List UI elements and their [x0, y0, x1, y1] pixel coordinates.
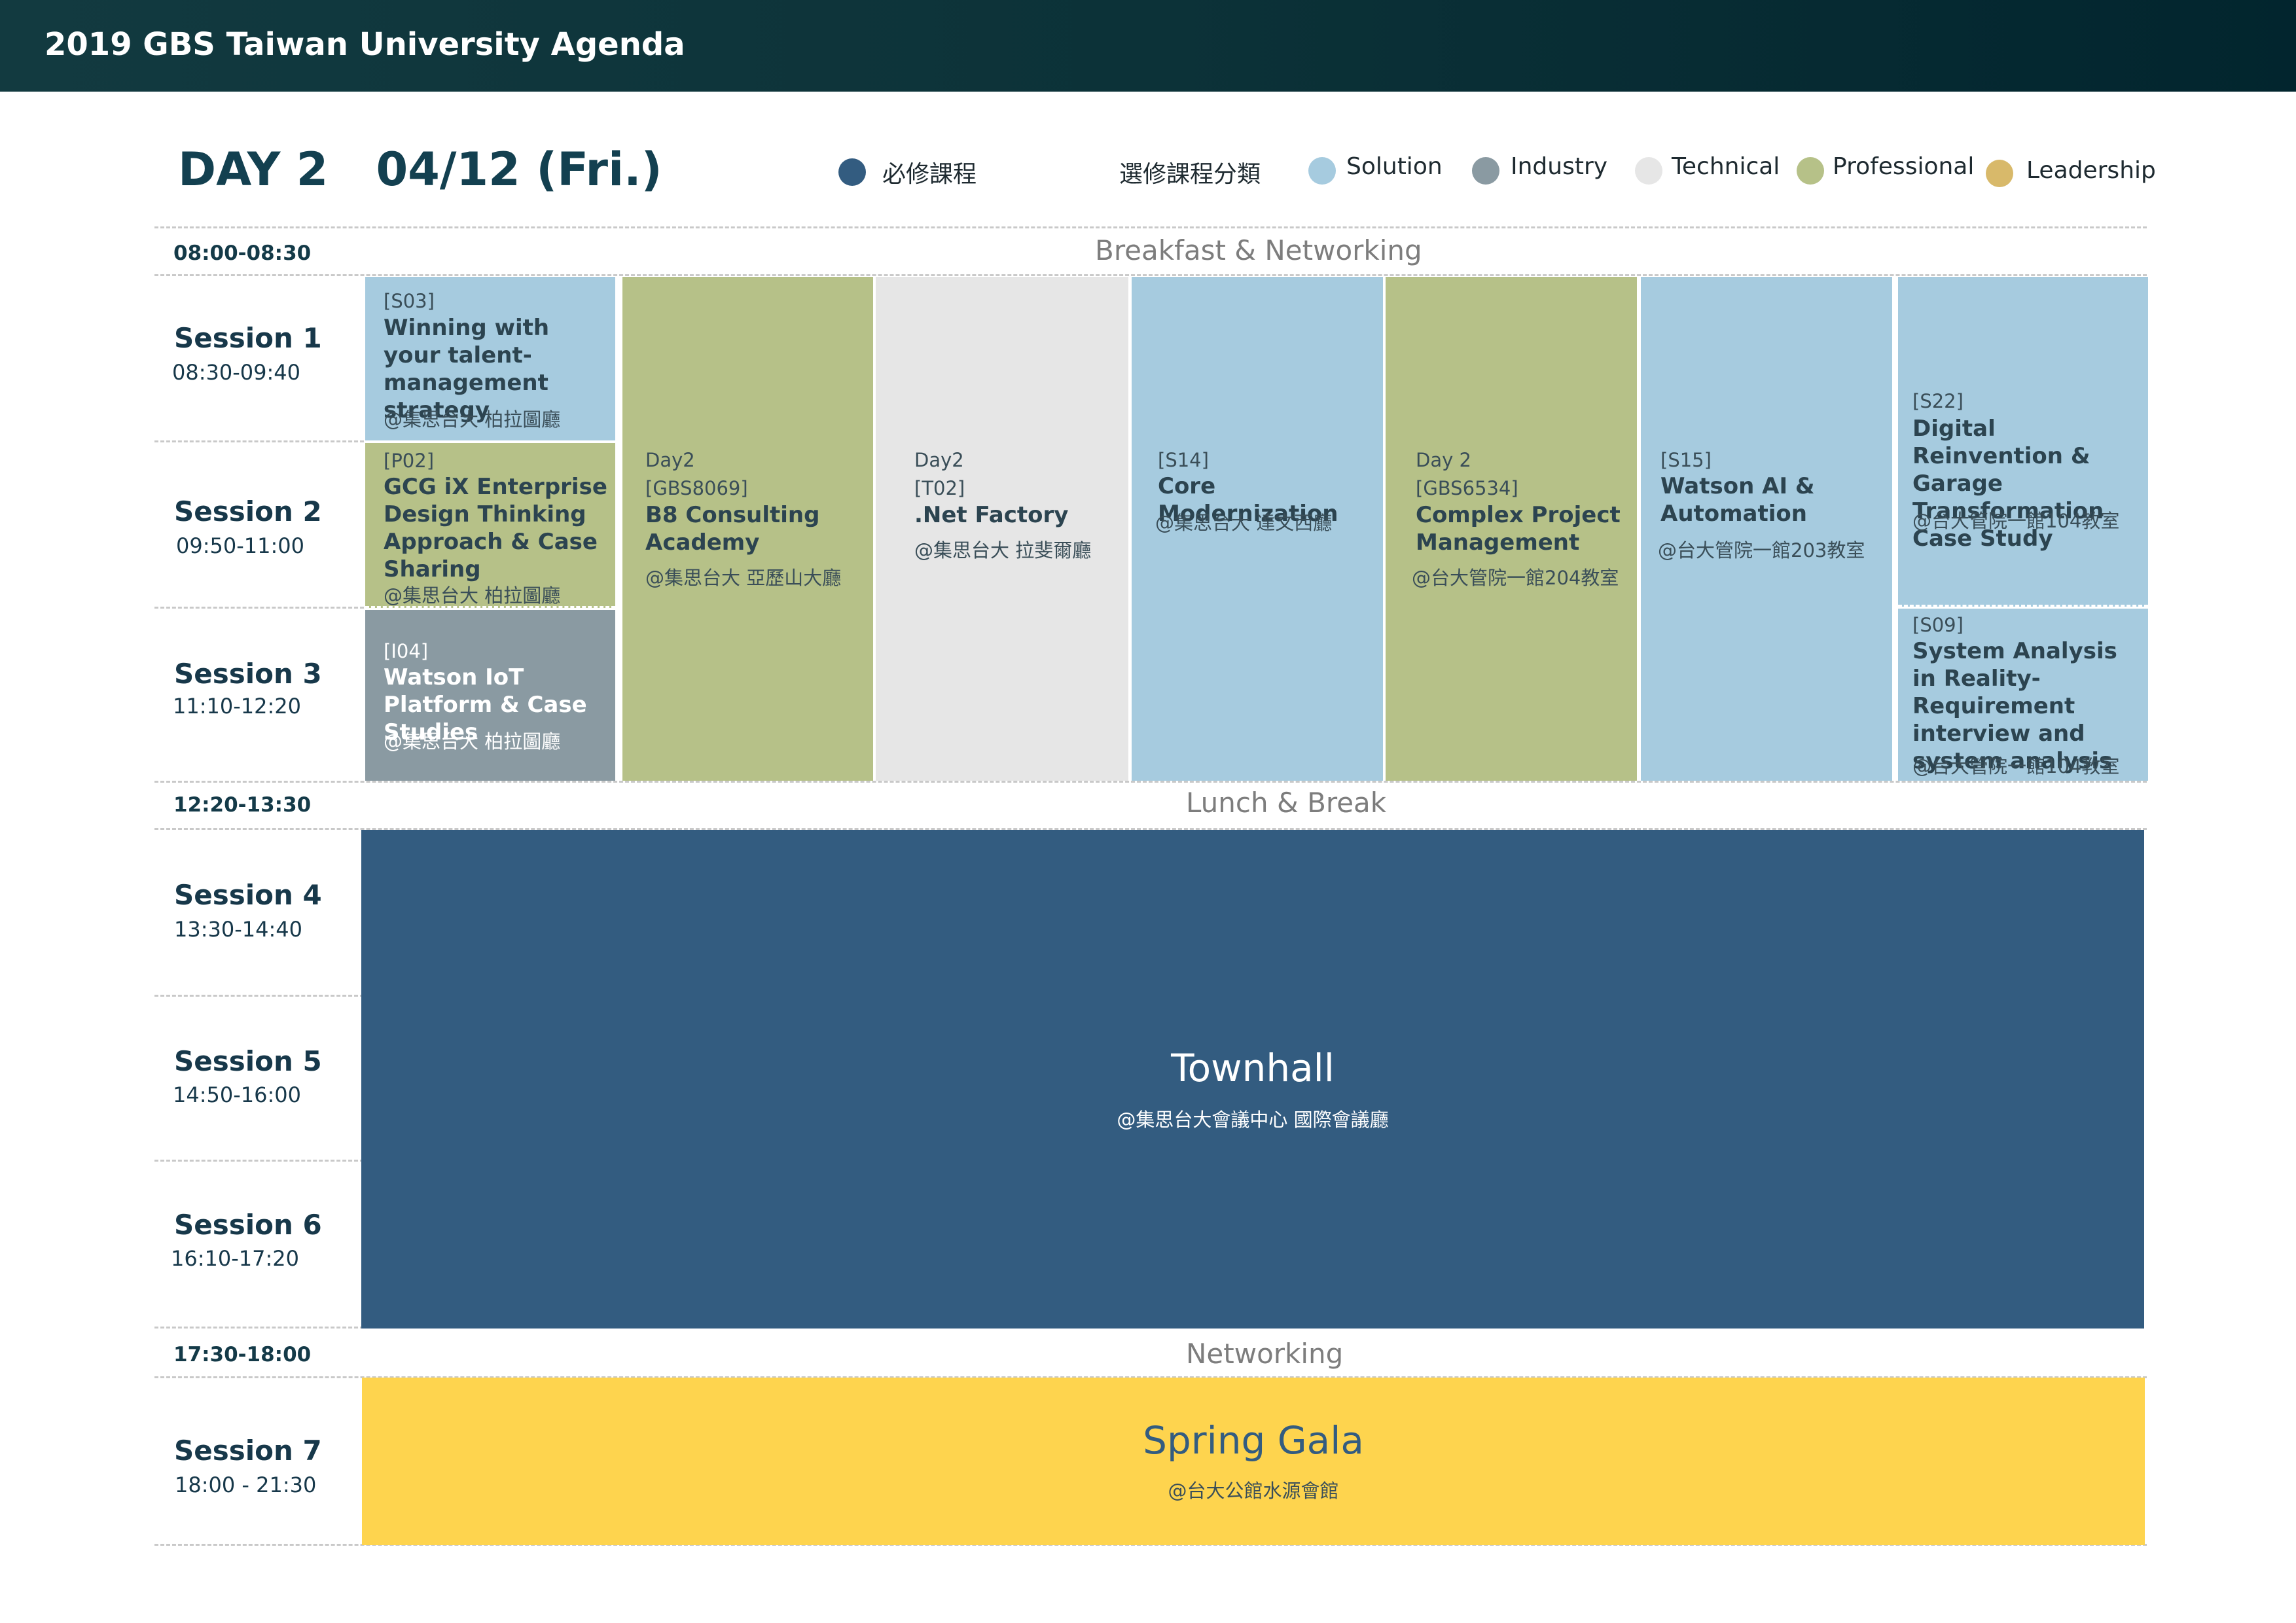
solution-dot-icon	[1308, 157, 1336, 185]
industry-dot-icon	[1472, 157, 1499, 185]
break-label: Breakfast & Networking	[1095, 234, 1422, 266]
page-title: 2019 GBS Taiwan University Agenda	[45, 26, 685, 63]
leadership-dot-icon	[1986, 160, 2013, 187]
session-name: Session 7	[174, 1435, 322, 1467]
course-card-p02[interactable]: [P02] GCG iX Enterprise Design Thinking …	[365, 443, 615, 608]
gala-title: Spring Gala	[1143, 1418, 1364, 1463]
course-card-s15[interactable]: [S15] Watson AI & Automation @台大管院一館203教…	[1641, 277, 1892, 781]
course-card-i04[interactable]: [I04] Watson IoT Platform & Case Studies…	[365, 610, 615, 781]
divider	[154, 781, 2147, 783]
day-title: DAY 2 04/12 (Fri.)	[178, 143, 662, 196]
course-card-gbs6534[interactable]: Day 2 [GBS6534] Complex Project Manageme…	[1386, 277, 1637, 781]
course-code: [S15]	[1660, 449, 1712, 471]
divider	[154, 1160, 364, 1162]
technical-dot-icon	[1635, 157, 1662, 185]
legend-leadership-label: Leadership	[2026, 157, 2156, 184]
course-code: [S22]	[1912, 390, 1964, 412]
course-code: [I04]	[384, 640, 429, 662]
course-card-t02[interactable]: Day2 [T02] .Net Factory @集思台大 拉斐爾廳	[876, 277, 1128, 781]
course-card-s14[interactable]: [S14] Core Modernization @集思台大 達文西廳	[1132, 277, 1383, 781]
townhall-block[interactable]: Townhall @集思台大會議中心 國際會議廳	[361, 830, 2144, 1329]
course-venue: @集思台大 拉斐爾廳	[914, 539, 1092, 562]
break-time: 12:20-13:30	[173, 793, 312, 817]
legend-elective-heading: 選修課程分類	[1119, 161, 1261, 188]
legend-solution-label: Solution	[1346, 153, 1443, 180]
gala-block[interactable]: Spring Gala @台大公館水源會館	[362, 1378, 2145, 1545]
legend-technical-label: Technical	[1672, 153, 1780, 180]
break-label: Networking	[1186, 1338, 1344, 1370]
course-venue: @台大管院一館104教室	[1912, 755, 2120, 777]
course-day: Day 2	[1416, 449, 1471, 471]
session-name: Session 4	[174, 879, 322, 911]
course-card-gbs8069[interactable]: Day2 [GBS8069] B8 Consulting Academy @集思…	[622, 277, 873, 781]
break-time: 08:00-08:30	[173, 241, 312, 265]
course-code: [P02]	[384, 450, 435, 472]
course-venue: @集思台大 柏拉圖廳	[384, 584, 561, 607]
session-time: 11:10-12:20	[173, 694, 301, 719]
course-venue: @台大管院一館104教室	[1912, 510, 2120, 532]
course-title: Complex Project Management	[1416, 502, 1621, 556]
course-code: [S09]	[1912, 614, 1964, 636]
course-title: B8 Consulting Academy	[645, 502, 820, 556]
course-code: [S14]	[1158, 449, 1209, 471]
session-time: 16:10-17:20	[171, 1246, 299, 1271]
course-venue: @台大管院一館204教室	[1412, 567, 1619, 589]
session-name: Session 2	[174, 495, 322, 527]
required-dot-icon	[838, 158, 866, 186]
session-time: 09:50-11:00	[176, 533, 304, 558]
professional-dot-icon	[1797, 157, 1824, 185]
session-name: Session 5	[174, 1045, 322, 1077]
course-code: [GBS8069]	[645, 477, 748, 499]
course-code: [S03]	[384, 290, 435, 312]
break-label: Lunch & Break	[1186, 787, 1387, 819]
course-title: .Net Factory	[914, 502, 1069, 528]
legend-required-label: 必修課程	[882, 161, 977, 188]
course-venue: @集思台大 亞歷山大廳	[645, 567, 842, 589]
session-name: Session 6	[174, 1209, 322, 1241]
course-day: Day2	[645, 449, 695, 471]
divider	[154, 995, 364, 997]
legend-industry-label: Industry	[1511, 153, 1608, 180]
course-venue: @集思台大 柏拉圖廳	[384, 730, 561, 753]
divider	[154, 274, 2147, 276]
course-title: Watson AI & Automation	[1660, 473, 1815, 527]
course-day: Day2	[914, 449, 964, 471]
divider	[154, 607, 364, 609]
session-name: Session 1	[174, 322, 322, 354]
course-code: [GBS6534]	[1416, 477, 1518, 499]
course-code: [T02]	[914, 477, 965, 499]
townhall-title: Townhall	[1171, 1046, 1335, 1090]
course-venue: @集思台大 柏拉圖廳	[384, 408, 561, 431]
course-card-s09[interactable]: [S09] System Analysis in Reality-Require…	[1898, 609, 2148, 781]
course-title: GCG iX Enterprise Design Thinking Approa…	[384, 474, 607, 582]
gala-venue: @台大公館水源會館	[1168, 1480, 1339, 1502]
course-venue: @集思台大 達文西廳	[1155, 512, 1333, 534]
divider	[154, 1327, 364, 1329]
course-card-s03[interactable]: [S03] Winning with your talent-managemen…	[365, 277, 615, 440]
session-time: 13:30-14:40	[174, 917, 302, 942]
course-venue: @台大管院一館203教室	[1658, 539, 1865, 562]
session-time: 08:30-09:40	[172, 360, 300, 385]
session-name: Session 3	[174, 658, 322, 690]
townhall-venue: @集思台大會議中心 國際會議廳	[1117, 1109, 1389, 1131]
break-time: 17:30-18:00	[173, 1343, 312, 1366]
divider	[154, 226, 2147, 228]
header-bar: 2019 GBS Taiwan University Agenda	[0, 0, 2296, 92]
divider	[154, 440, 364, 442]
session-time: 18:00 - 21:30	[175, 1472, 317, 1497]
course-card-s22[interactable]: [S22] Digital Reinvention & Garage Trans…	[1898, 277, 2148, 607]
session-time: 14:50-16:00	[173, 1082, 301, 1107]
legend-professional-label: Professional	[1833, 153, 1975, 180]
